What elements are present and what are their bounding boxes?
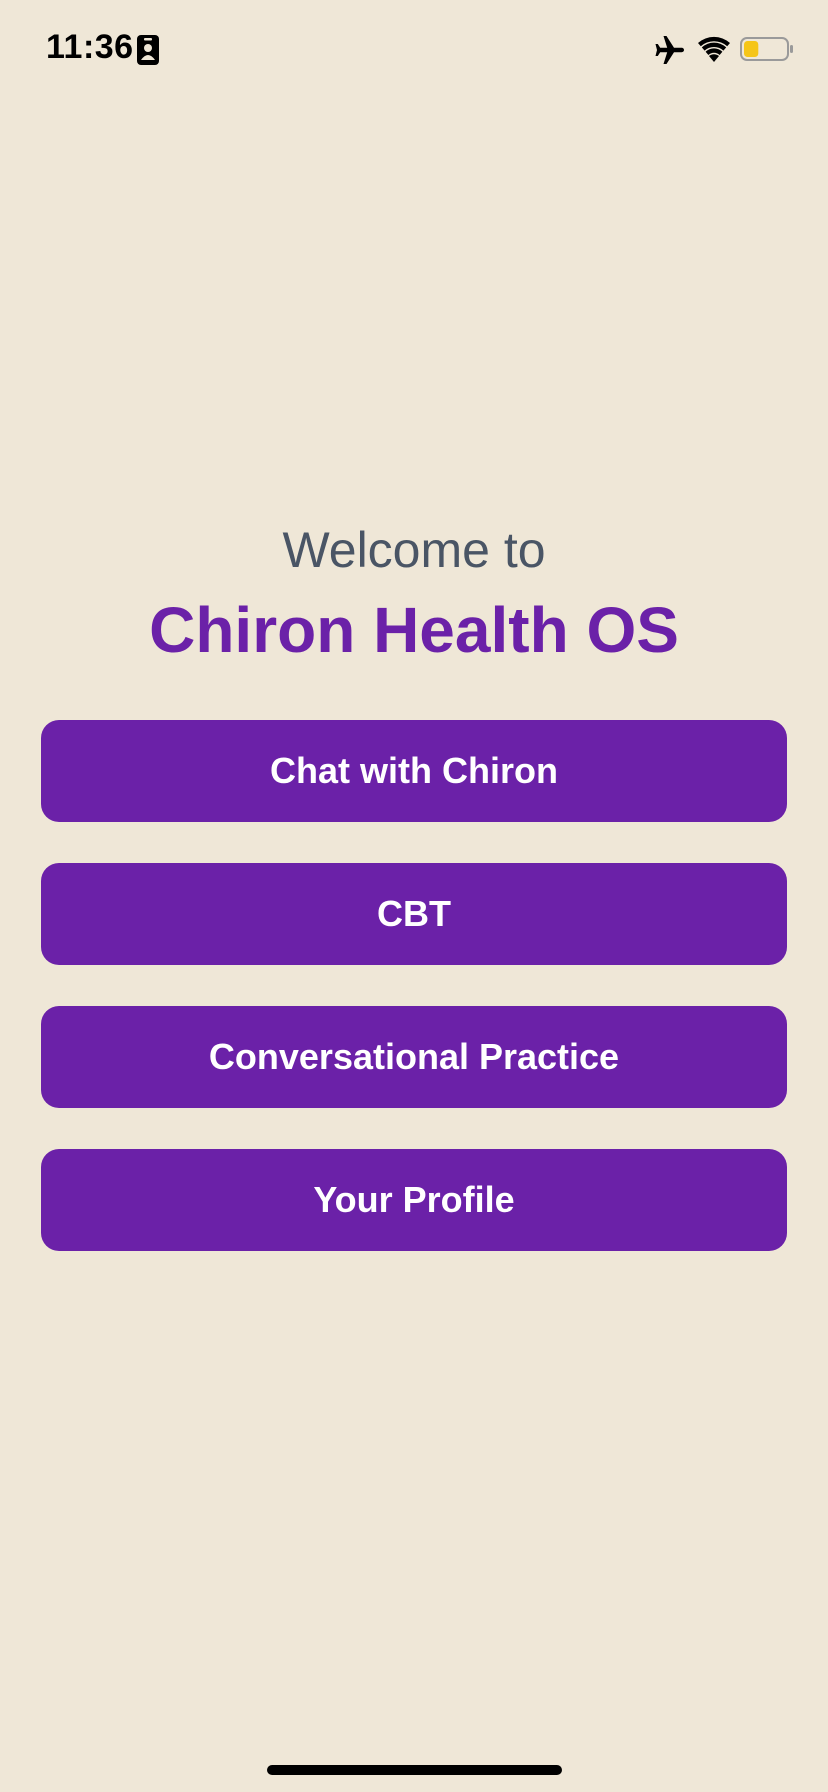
- your-profile-button[interactable]: Your Profile: [41, 1149, 787, 1251]
- home-indicator[interactable]: [267, 1765, 562, 1775]
- status-time: 11:36: [46, 28, 134, 66]
- app-name-title: Chiron Health OS: [149, 594, 679, 666]
- id-card-icon: [137, 35, 159, 65]
- wifi-icon: [698, 36, 730, 62]
- airplane-mode-icon: [655, 36, 684, 64]
- cbt-button[interactable]: CBT: [41, 863, 787, 965]
- battery-level-fill: [744, 41, 759, 57]
- welcome-text: Welcome to: [282, 522, 546, 578]
- battery-icon: [740, 37, 793, 61]
- conversational-practice-button[interactable]: Conversational Practice: [41, 1006, 787, 1108]
- status-bar: 11:36: [0, 0, 828, 100]
- chat-with-chiron-button[interactable]: Chat with Chiron: [41, 720, 787, 822]
